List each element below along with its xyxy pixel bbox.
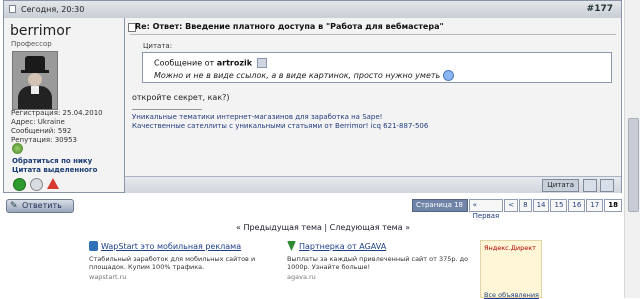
- page-status: Страница 18 из 18: [412, 199, 468, 220]
- thread-navigation[interactable]: « Предыдущая тема | Следующая тема »: [236, 223, 410, 232]
- post-title: Re: Ответ: Введение платного доступа в "…: [135, 22, 444, 31]
- avatar-collar: [31, 86, 39, 94]
- quote-author-line: Сообщение от artrozik: [154, 58, 267, 68]
- signature-divider: [132, 109, 202, 110]
- user-rank: Профессор: [11, 40, 52, 48]
- page-link-16[interactable]: 16: [568, 199, 586, 212]
- reply-button[interactable]: Ответить: [6, 199, 74, 213]
- signature-link-2[interactable]: Качественные сателлиты с уникальными ста…: [132, 122, 428, 130]
- page-link-14[interactable]: 14: [532, 199, 550, 212]
- ad-title[interactable]: Партнерка от AGAVA: [299, 242, 386, 251]
- quote-author[interactable]: artrozik: [217, 59, 252, 68]
- first-page-link[interactable]: « Первая: [468, 199, 504, 220]
- ad-description: Выплаты за каждый привлеченный сайт от 3…: [287, 255, 469, 271]
- ad-url[interactable]: agava.ru: [287, 273, 316, 281]
- vertical-scrollbar[interactable]: [624, 0, 640, 298]
- user-actions: [13, 178, 59, 191]
- ad-title[interactable]: WapStart это мобильная реклама: [101, 242, 241, 251]
- post-footer: Цитата: [125, 176, 621, 193]
- reputation: Репутация: 30953: [11, 136, 77, 144]
- quote-text-line: Можно и не в виде ссылок, а в виде карти…: [154, 70, 454, 81]
- reputation-icon[interactable]: [12, 143, 23, 154]
- agava-v-icon: [287, 241, 296, 251]
- signature-link-1[interactable]: Уникальные тематики интернет-магазинов д…: [132, 113, 382, 121]
- quote-box: Сообщение от artrozik Можно и не в виде …: [142, 52, 612, 83]
- wapstart-icon: [89, 241, 98, 251]
- avatar-hat-shape: [25, 56, 45, 71]
- post-date-icon: [9, 5, 16, 13]
- yandex-direct-box: Яндекс.Директ Все объявления: [480, 240, 542, 299]
- quote-button[interactable]: Цитата: [542, 179, 579, 192]
- pagination: Страница 18 из 18 « Первая < 8 14 15 16 …: [412, 199, 622, 220]
- post-date: Сегодня, 20:30: [21, 5, 85, 14]
- ad-url[interactable]: wapstart.ru: [89, 273, 126, 281]
- quote-selected-link[interactable]: Цитата выделенного: [12, 166, 97, 174]
- forum-page: Сегодня, 20:30 #177 berrimor Профессор Р…: [0, 0, 622, 299]
- page-link-8[interactable]: 8: [519, 199, 532, 212]
- yandex-direct-title[interactable]: Яндекс.Директ: [484, 244, 536, 252]
- post-number-link[interactable]: #177: [587, 4, 613, 14]
- user-details: Регистрация: 25.04.2010 Адрес: Ukraine С…: [11, 109, 103, 145]
- avatar-face: [28, 73, 42, 86]
- current-page: 18: [604, 199, 622, 212]
- user-panel: berrimor Профессор Регистрация: 25.04.20…: [4, 18, 125, 192]
- report-warning-icon[interactable]: [47, 178, 59, 189]
- network-icon[interactable]: [30, 178, 43, 191]
- page-link-17[interactable]: 17: [586, 199, 604, 212]
- message-count: Сообщений: 592: [11, 127, 72, 135]
- go-to-post-icon[interactable]: [256, 58, 267, 68]
- scrollbar-thumb[interactable]: [628, 118, 639, 212]
- registration-date: Регистрация: 25.04.2010: [11, 109, 103, 117]
- mention-user-link[interactable]: Обратиться по нику: [12, 157, 92, 165]
- ad-description: Стабильный заработок для мобильных сайто…: [89, 255, 256, 271]
- previous-page-link[interactable]: <: [504, 199, 519, 212]
- edit-icon[interactable]: [600, 179, 614, 192]
- online-status-icon[interactable]: [13, 178, 26, 191]
- username-link[interactable]: berrimor: [10, 23, 71, 39]
- user-address: Адрес: Ukraine: [11, 118, 65, 126]
- multiquote-icon[interactable]: [583, 179, 597, 192]
- user-avatar: [12, 51, 58, 110]
- ad-agava[interactable]: Партнерка от AGAVA Выплаты за каждый при…: [287, 241, 472, 291]
- quote-author-prefix: Сообщение от: [154, 58, 215, 68]
- ad-wapstart[interactable]: WapStart это мобильная реклама Стабильны…: [89, 241, 274, 291]
- quote-text: Можно и не в виде ссылок, а в виде карти…: [154, 71, 441, 80]
- title-divider: [130, 34, 616, 35]
- quote-label: Цитата:: [143, 42, 173, 50]
- page-link-15[interactable]: 15: [550, 199, 568, 212]
- post-header: Сегодня, 20:30 #177: [4, 1, 621, 19]
- post-content: Re: Ответ: Введение платного доступа в "…: [125, 18, 621, 192]
- post-message: откройте секрет, как?): [132, 93, 230, 102]
- forum-post: Сегодня, 20:30 #177 berrimor Профессор Р…: [3, 0, 622, 193]
- smile-icon: [442, 70, 454, 81]
